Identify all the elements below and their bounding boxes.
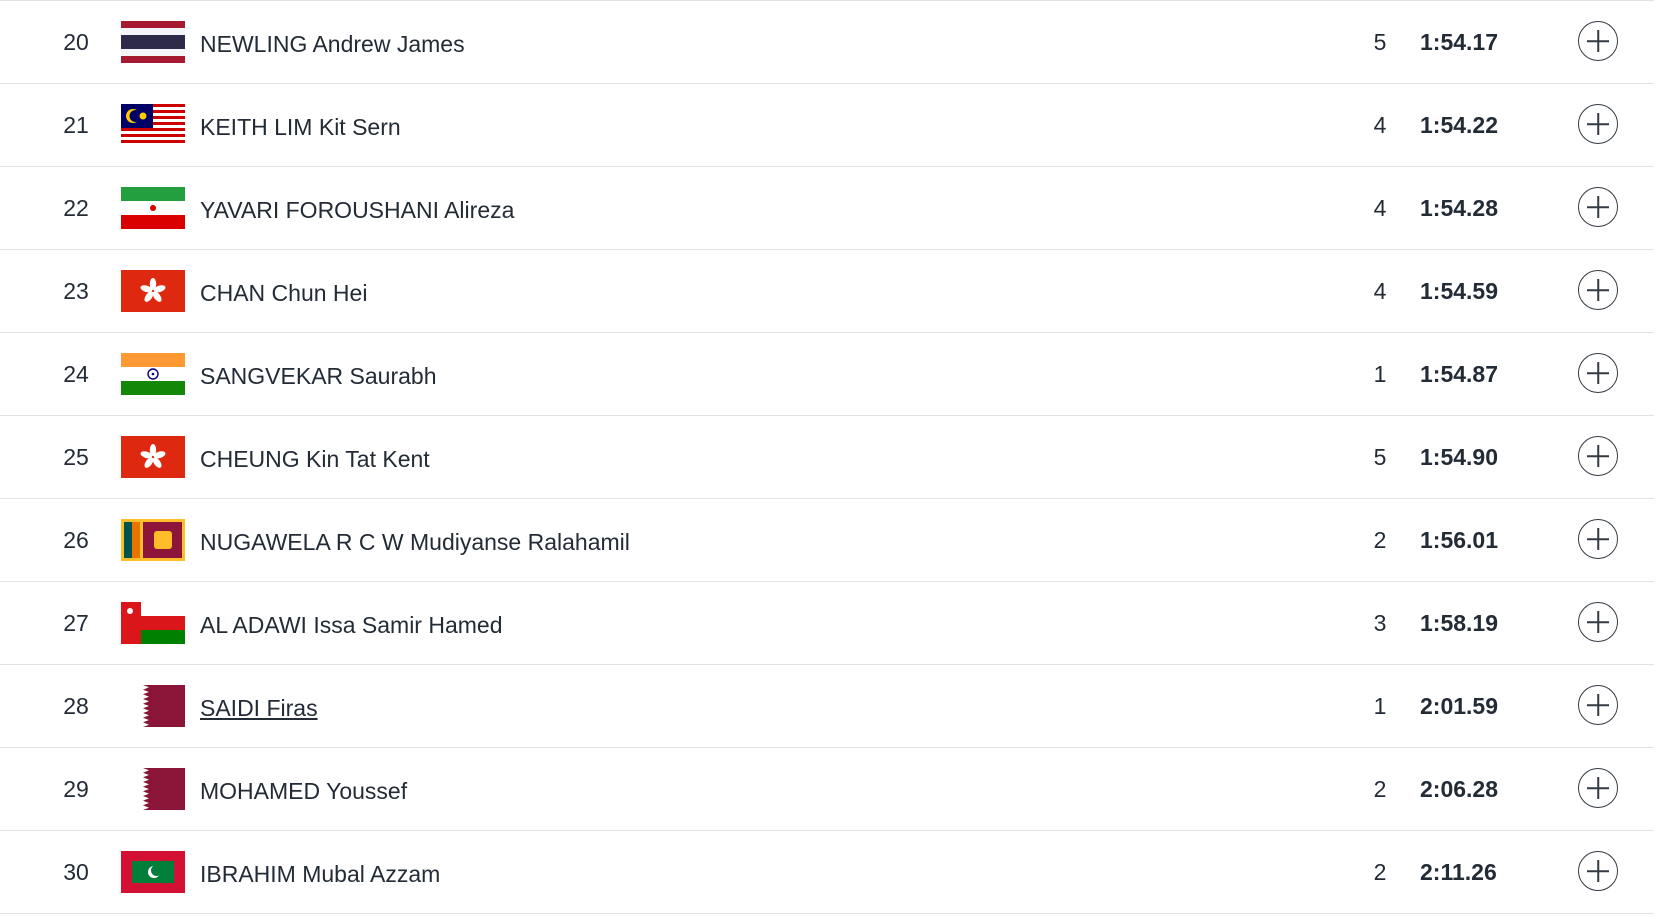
plus-circle-icon[interactable]: [1578, 685, 1618, 725]
hong-kong-flag-icon: [121, 436, 185, 478]
athlete-name: MOHAMED Youssef: [200, 778, 408, 804]
maldives-flag-icon: [121, 851, 185, 893]
heat-number: 4: [1373, 195, 1387, 221]
table-row: 29 MOHAMED Youssef 2 2:06.28: [0, 748, 1654, 831]
rank: 20: [63, 29, 89, 55]
qatar-flag-icon: [121, 768, 185, 810]
athlete-name: SANGVEKAR Saurabh: [200, 363, 437, 389]
heat-number: 2: [1373, 527, 1387, 553]
thailand-flag-icon: [121, 21, 185, 63]
table-row: 26 NUGAWELA R C W Mudiyanse Ralahamil 2 …: [0, 499, 1654, 582]
plus-circle-icon[interactable]: [1578, 21, 1618, 61]
athlete-name: AL ADAWI Issa Samir Hamed: [200, 612, 503, 638]
table-row: 23 CHAN Chun Hei 4 1:54.59: [0, 250, 1654, 333]
heat-number: 3: [1373, 610, 1387, 636]
heat-number: 1: [1373, 361, 1387, 387]
table-row: 22 YAVARI FOROUSHANI Alireza 4 1:54.28: [0, 167, 1654, 250]
rank: 26: [63, 527, 89, 553]
heat-number: 2: [1373, 859, 1387, 885]
result-time: 1:56.01: [1420, 527, 1499, 553]
plus-circle-icon[interactable]: [1578, 602, 1618, 642]
table-row: 28 SAIDI Firas 1 2:01.59: [0, 665, 1654, 748]
rank: 21: [63, 112, 89, 138]
plus-circle-icon[interactable]: [1578, 270, 1618, 310]
result-time: 2:11.26: [1420, 859, 1497, 885]
hong-kong-flag-icon: [121, 270, 185, 312]
result-time: 1:54.87: [1420, 361, 1499, 387]
rank: 29: [63, 776, 89, 802]
qatar-flag-icon: [121, 685, 185, 727]
iran-flag-icon: [121, 187, 185, 229]
results-table: 20 NEWLING Andrew James 5 1:54.17 21 KEI…: [0, 0, 1654, 914]
result-time: 1:54.22: [1420, 112, 1499, 138]
plus-circle-icon[interactable]: [1578, 519, 1618, 559]
table-row: 24 SANGVEKAR Saurabh 1 1:54.87: [0, 333, 1654, 416]
plus-circle-icon[interactable]: [1578, 851, 1618, 891]
athlete-name: CHAN Chun Hei: [200, 280, 368, 306]
table-row: 30 IBRAHIM Mubal Azzam 2 2:11.26: [0, 831, 1654, 914]
plus-circle-icon[interactable]: [1578, 436, 1618, 476]
athlete-name: IBRAHIM Mubal Azzam: [200, 861, 441, 887]
table-row: 21 KEITH LIM Kit Sern 4 1:54.22: [0, 84, 1654, 167]
plus-circle-icon[interactable]: [1578, 187, 1618, 227]
athlete-name: NEWLING Andrew James: [200, 31, 465, 57]
heat-number: 1: [1373, 693, 1387, 719]
rank: 24: [63, 361, 89, 387]
india-flag-icon: [121, 353, 185, 395]
table-row: 25 CHEUNG Kin Tat Kent 5 1:54.90: [0, 416, 1654, 499]
heat-number: 4: [1373, 278, 1387, 304]
heat-number: 5: [1373, 29, 1387, 55]
rank: 28: [63, 693, 89, 719]
athlete-name-link[interactable]: SAIDI Firas: [200, 665, 318, 751]
result-time: 2:01.59: [1420, 693, 1499, 719]
rank: 30: [63, 859, 89, 885]
rank: 25: [63, 444, 89, 470]
result-time: 1:54.17: [1420, 29, 1499, 55]
result-time: 1:54.28: [1420, 195, 1499, 221]
rank: 23: [63, 278, 89, 304]
result-time: 2:06.28: [1420, 776, 1499, 802]
result-time: 1:54.90: [1420, 444, 1499, 470]
result-time: 1:58.19: [1420, 610, 1499, 636]
plus-circle-icon[interactable]: [1578, 353, 1618, 393]
athlete-name: KEITH LIM Kit Sern: [200, 114, 401, 140]
oman-flag-icon: [121, 602, 185, 644]
heat-number: 5: [1373, 444, 1387, 470]
table-row: 20 NEWLING Andrew James 5 1:54.17: [0, 1, 1654, 84]
plus-circle-icon[interactable]: [1578, 768, 1618, 808]
athlete-name: CHEUNG Kin Tat Kent: [200, 446, 430, 472]
rank: 22: [63, 195, 89, 221]
table-row: 27 AL ADAWI Issa Samir Hamed 3 1:58.19: [0, 582, 1654, 665]
athlete-name: NUGAWELA R C W Mudiyanse Ralahamil: [200, 529, 630, 555]
malaysia-flag-icon: [121, 104, 185, 146]
rank: 27: [63, 610, 89, 636]
athlete-name: YAVARI FOROUSHANI Alireza: [200, 197, 515, 223]
sri-lanka-flag-icon: [121, 519, 185, 561]
plus-circle-icon[interactable]: [1578, 104, 1618, 144]
heat-number: 2: [1373, 776, 1387, 802]
heat-number: 4: [1373, 112, 1387, 138]
result-time: 1:54.59: [1420, 278, 1499, 304]
